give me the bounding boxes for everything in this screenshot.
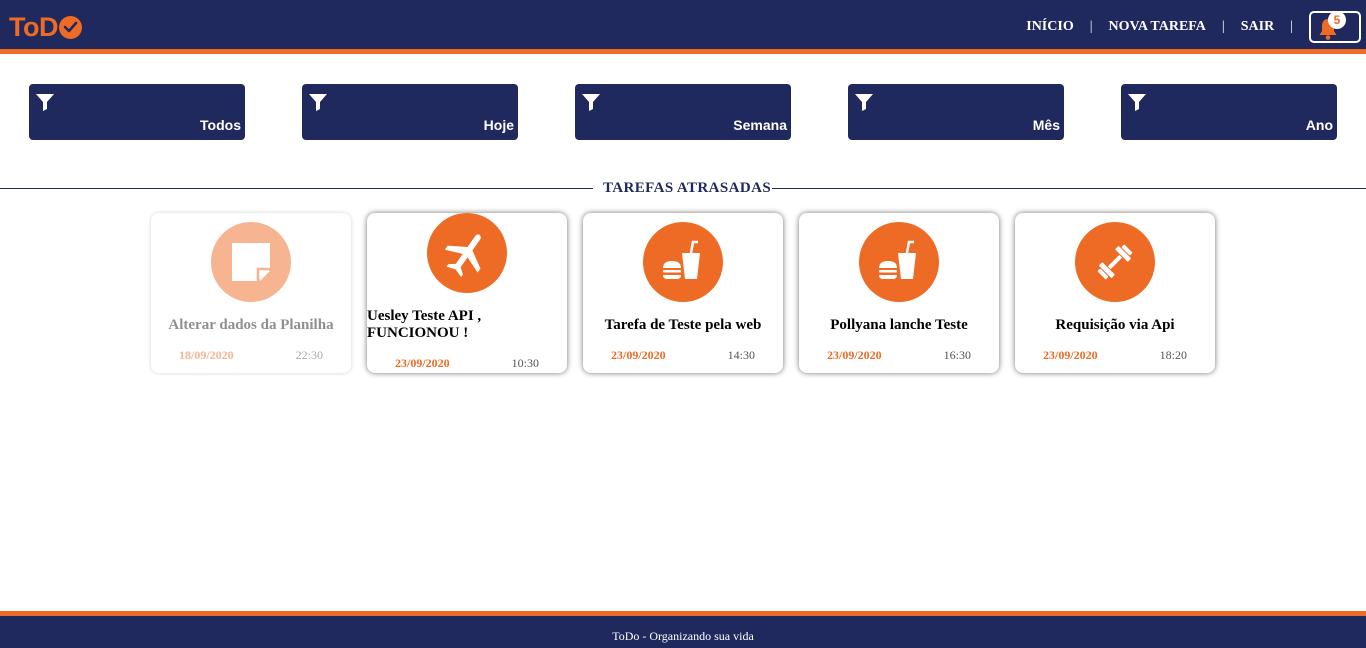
section-title: TAREFAS ATRASADAS: [603, 180, 772, 196]
task-card[interactable]: Requisição via Api 23/09/2020 18:20: [1015, 213, 1215, 373]
food-drink-icon: [859, 222, 939, 302]
task-title: Tarefa de Teste pela web: [604, 317, 762, 333]
logo-text: ToD: [9, 12, 58, 42]
task-time: 18:20: [1159, 348, 1187, 362]
task-date: 23/09/2020: [611, 348, 666, 362]
food-drink-icon: [643, 222, 723, 302]
filter-label: Hoje: [483, 117, 514, 133]
note-icon: [211, 222, 291, 302]
dumbbell-icon: [1075, 222, 1155, 302]
footer-text: ToDo - Organizando sua vida: [612, 629, 754, 643]
filter-card-mes[interactable]: Mês: [848, 84, 1064, 140]
filter-icon: [1127, 92, 1147, 117]
filter-icon: [854, 92, 874, 117]
section-header: TAREFAS ATRASADAS: [0, 179, 1366, 197]
filter-icon: [308, 92, 328, 117]
task-card[interactable]: Uesley Teste API , FUNCIONOU ! 23/09/202…: [367, 213, 567, 373]
filter-card-hoje[interactable]: Hoje: [302, 84, 518, 140]
filter-icon: [35, 92, 55, 117]
nav-inicio-link[interactable]: INÍCIO: [1026, 19, 1073, 35]
task-time: 22:30: [295, 348, 323, 362]
notification-count-badge: 5: [1328, 11, 1346, 29]
nav-separator: |: [1221, 19, 1225, 34]
task-time: 10:30: [511, 356, 539, 370]
task-title: Pollyana lanche Teste: [830, 317, 968, 333]
top-header: ToD INÍCIO | NOVA TAREFA | SAIR | 5: [0, 0, 1366, 54]
task-title: Alterar dados da Planilha: [168, 317, 334, 333]
nav-separator: |: [1290, 19, 1293, 34]
section-divider-left: [0, 188, 593, 189]
task-time: 16:30: [943, 348, 971, 362]
filter-card-semana[interactable]: Semana: [575, 84, 791, 140]
nav-sair-link[interactable]: SAIR: [1241, 19, 1274, 35]
filter-label: Mês: [1032, 117, 1060, 133]
filter-label: Todos: [200, 117, 241, 133]
task-card[interactable]: Alterar dados da Planilha 18/09/2020 22:…: [151, 213, 351, 373]
filter-bar: Todos Hoje Semana Mês Ano: [29, 84, 1337, 140]
task-card[interactable]: Pollyana lanche Teste 23/09/2020 16:30: [799, 213, 999, 373]
notifications-button[interactable]: 5: [1309, 11, 1361, 43]
task-date: 23/09/2020: [827, 348, 882, 362]
task-card[interactable]: Tarefa de Teste pela web 23/09/2020 14:3…: [583, 213, 783, 373]
filter-label: Ano: [1305, 117, 1333, 133]
filter-icon: [581, 92, 601, 117]
filter-card-ano[interactable]: Ano: [1121, 84, 1337, 140]
task-title: Uesley Teste API , FUNCIONOU !: [367, 308, 482, 341]
section-divider-right: [772, 188, 1366, 189]
nav-separator: |: [1089, 19, 1093, 34]
airplane-icon: [427, 213, 507, 293]
filter-card-todos[interactable]: Todos: [29, 84, 245, 140]
task-date: 18/09/2020: [179, 348, 234, 362]
task-date: 23/09/2020: [395, 356, 450, 370]
nav-nova-tarefa-link[interactable]: NOVA TAREFA: [1109, 19, 1206, 35]
task-title: Requisição via Api: [1055, 317, 1175, 333]
app-logo[interactable]: ToD: [9, 11, 82, 43]
logo-check-icon: [58, 15, 82, 39]
task-date: 23/09/2020: [1043, 348, 1098, 362]
task-time: 14:30: [727, 348, 755, 362]
filter-label: Semana: [733, 117, 787, 133]
page-footer: ToDo - Organizando sua vida: [0, 611, 1366, 648]
main-nav: INÍCIO | NOVA TAREFA | SAIR | 5: [1026, 0, 1366, 54]
